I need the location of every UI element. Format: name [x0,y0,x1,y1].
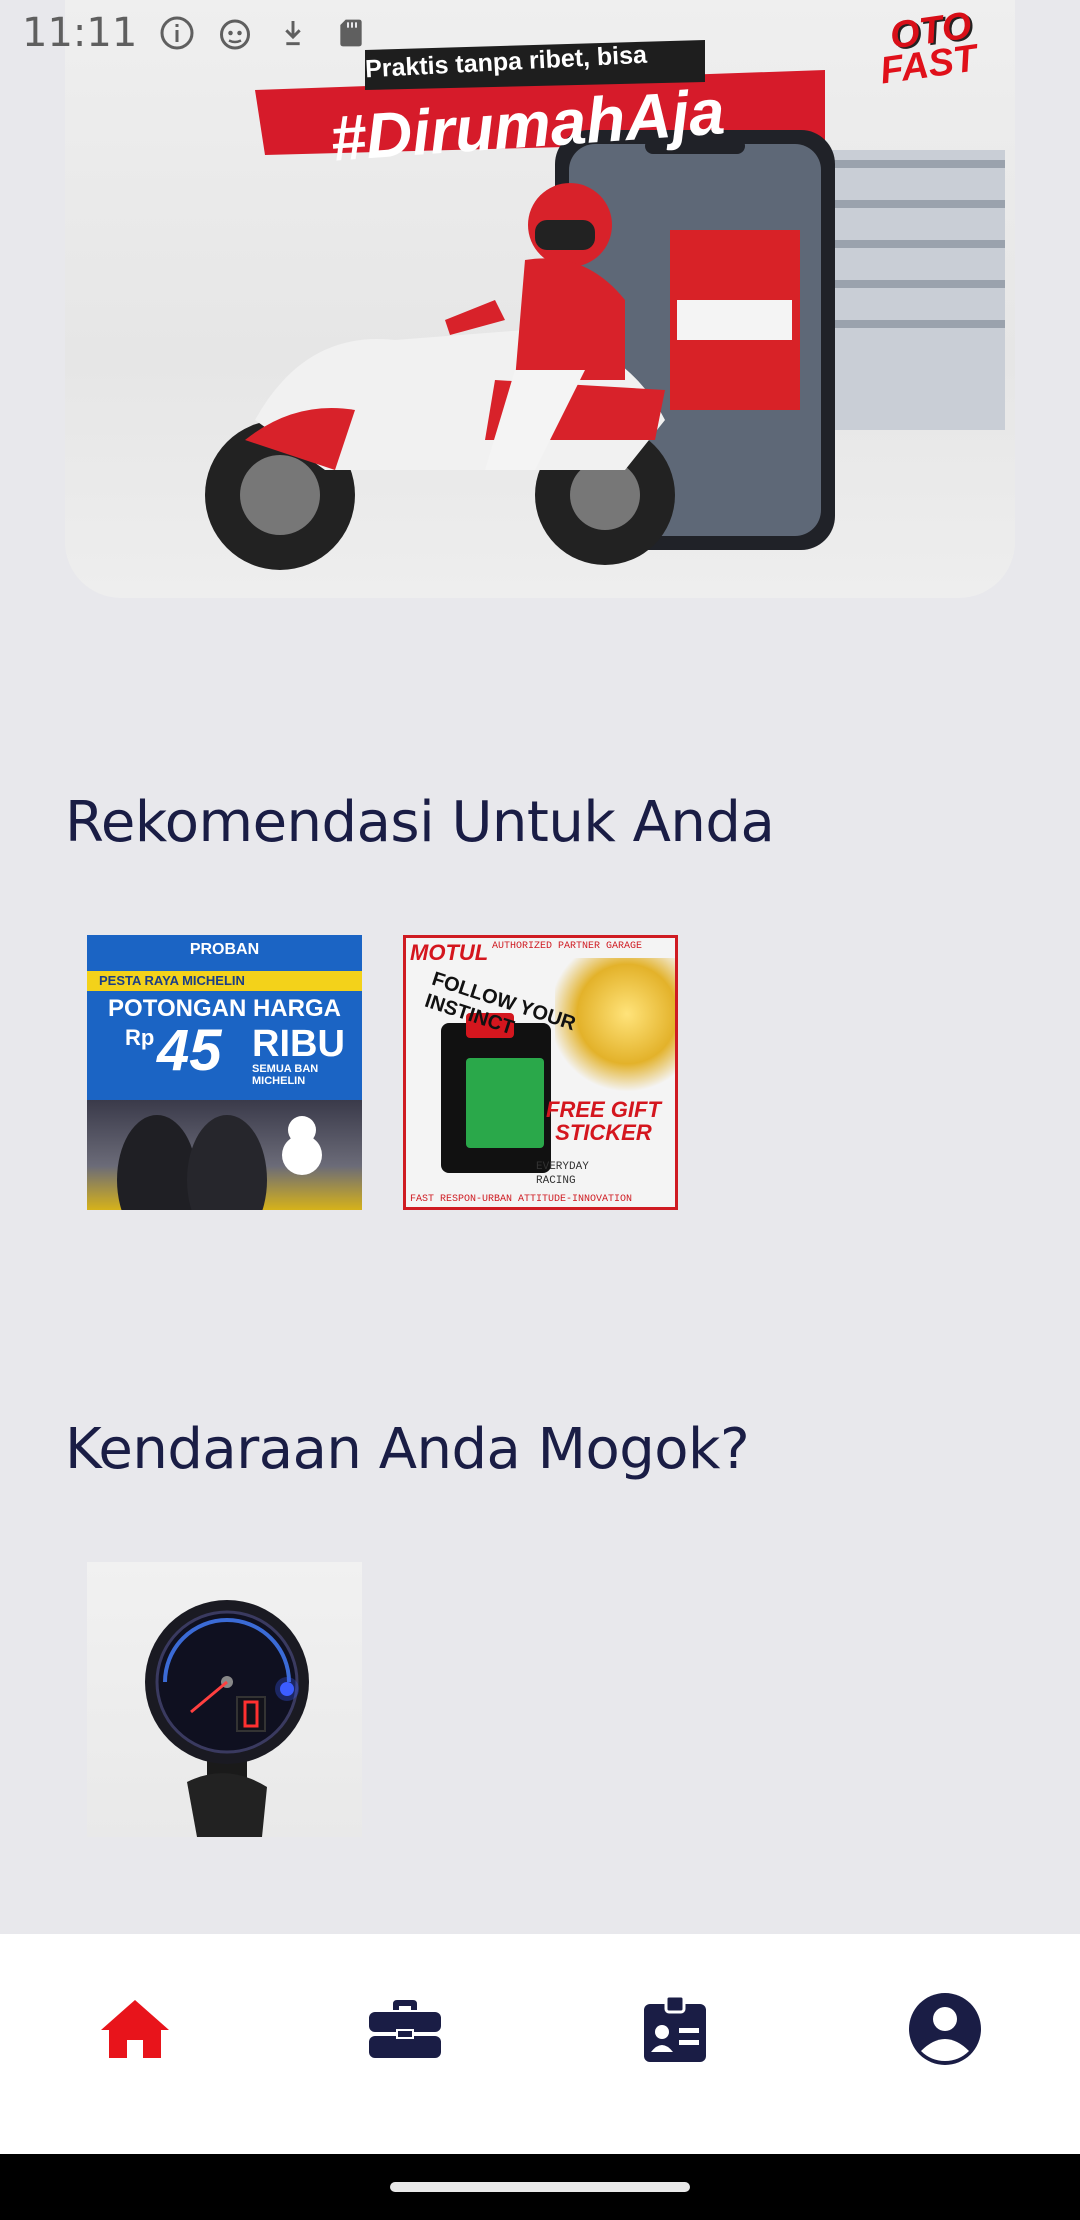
speedometer-image [145,1600,309,1837]
michelin-amount: 45 [157,1018,222,1083]
recommendations-title: Rekomendasi Untuk Anda [65,790,775,855]
michelin-currency: Rp [125,1025,155,1050]
motul-gift-line1: FREE GIFT [546,1097,661,1122]
briefcase-icon [369,2000,441,2058]
nav-home[interactable] [75,1969,195,2089]
promo-card-michelin[interactable]: PROBAN PESTA RAYA MICHELIN POTONGAN HARG… [87,935,362,1210]
michelin-subtitle: SEMUA BAN MICHELIN [252,1063,319,1087]
michelin-event: PESTA RAYA MICHELIN [87,971,362,991]
michelin-brand: PROBAN [87,935,362,973]
motul-partner: AUTHORIZED PARTNER GARAGE [492,941,643,952]
bottom-navigation [0,1934,1080,2154]
nav-membership[interactable] [615,1969,735,2089]
service-card-speedometer[interactable] [87,1562,362,1837]
motul-racing-text: RACING [536,1175,576,1188]
oil-bottle-label [466,1058,544,1148]
status-time: 11:11 [22,10,138,56]
id-card-icon [644,1994,706,2062]
michelin-tires-image [87,1100,362,1210]
promo-banner[interactable]: Praktis tanpa ribet, bisa #DirumahAja [65,0,1015,598]
sd-card-icon [333,15,369,51]
michelin-unit: RIBU [252,1023,345,1065]
motul-gift: FREE GIFT STICKER [546,1098,661,1144]
nav-account[interactable] [885,1969,1005,2089]
home-icon [101,2000,169,2058]
account-icon [909,1993,981,2065]
motul-gift-line2: STICKER [555,1120,652,1146]
motul-everyday-text: EVERYDAY [536,1161,589,1173]
breakdown-title: Kendaraan Anda Mogok? [65,1417,750,1482]
motul-logo: MOTUL [410,940,489,965]
michelin-headline: POTONGAN HARGA [108,995,341,1022]
motul-footer: FAST RESPON-URBAN ATTITUDE-INNOVATION [410,1194,633,1205]
status-bar: 11:11 [0,0,1080,66]
promo-card-motul[interactable]: MOTUL AUTHORIZED PARTNER GARAGE FOLLOW Y… [403,935,678,1210]
gesture-handle[interactable] [390,2182,690,2192]
nav-services[interactable] [345,1969,465,2089]
android-debug-icon [217,15,253,51]
info-icon [159,15,195,51]
motul-everyday: EVERYDAY RACING [536,1160,589,1189]
download-icon [275,15,311,51]
